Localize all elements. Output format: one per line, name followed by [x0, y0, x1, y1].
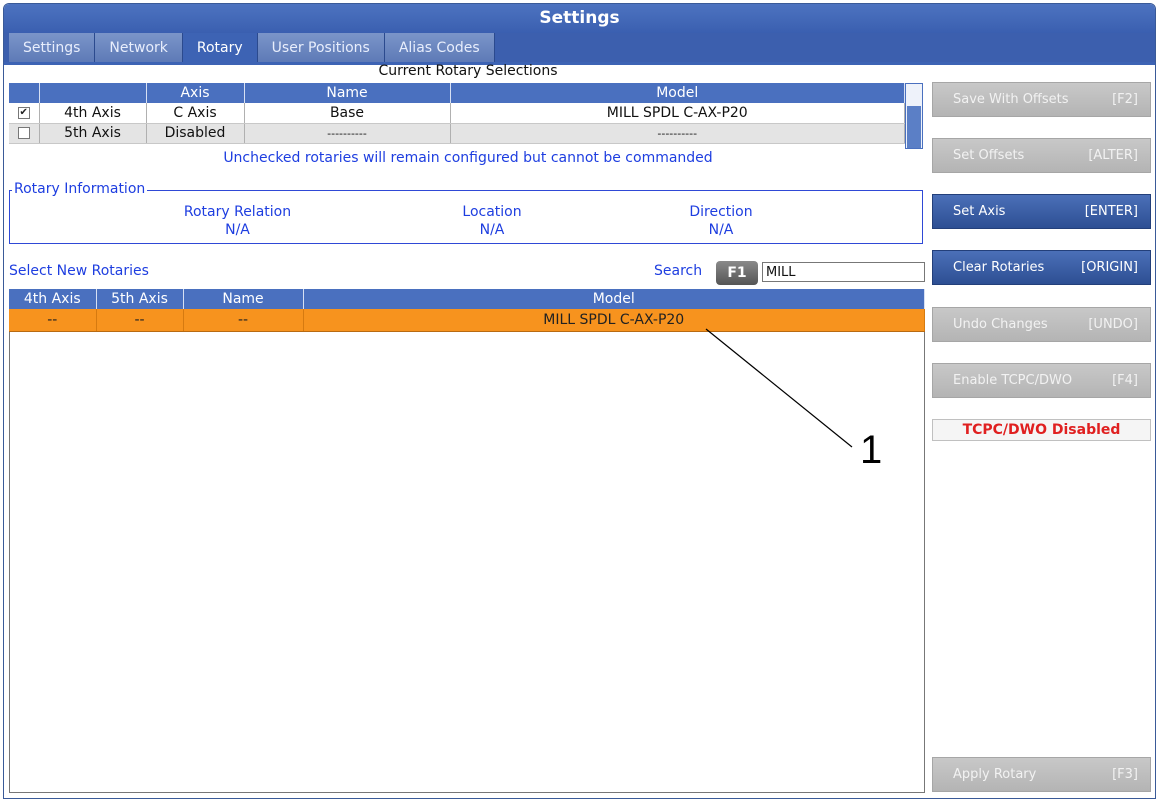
clear-rotaries-button[interactable]: Clear Rotaries [ORIGIN] — [932, 250, 1151, 285]
current-rotary-table: Axis Name Model ✔ 4th Axis C Axis Base M… — [9, 83, 905, 144]
tab-user-positions[interactable]: User Positions — [257, 33, 385, 63]
table-row[interactable]: ✔ 4th Axis C Axis Base MILL SPDL C-AX-P2… — [9, 103, 905, 124]
search-label: Search — [654, 263, 703, 279]
direction-label: Direction — [689, 204, 753, 220]
apply-rotary-button[interactable]: Apply Rotary [F3] — [932, 757, 1151, 792]
rotary-information-legend: Rotary Information — [12, 181, 148, 197]
tab-rotary[interactable]: Rotary — [182, 33, 258, 63]
col-header-name: Name — [183, 289, 304, 309]
button-key: [F4] — [1112, 373, 1138, 388]
button-label: Save With Offsets — [953, 92, 1069, 107]
row-model: MILL SPDL C-AX-P20 — [303, 309, 925, 332]
row-5th-axis: -- — [96, 309, 184, 332]
callout-number: 1 — [860, 428, 883, 472]
button-label: Enable TCPC/DWO — [953, 373, 1073, 388]
unchecked-note: Unchecked rotaries will remain configure… — [223, 150, 713, 166]
button-key: [F2] — [1112, 92, 1138, 107]
button-label: Set Axis — [953, 204, 1006, 219]
location-label: Location — [462, 204, 522, 220]
col-header-model: Model — [450, 83, 905, 103]
button-key: [UNDO] — [1088, 317, 1138, 332]
rotary-relation-label: Rotary Relation — [183, 204, 292, 220]
row-model: ---------- — [450, 123, 905, 144]
checkbox-unchecked[interactable] — [17, 127, 30, 139]
button-label: Clear Rotaries — [953, 260, 1045, 275]
search-f1-key[interactable]: F1 — [716, 261, 758, 285]
checkbox-checked[interactable]: ✔ — [17, 106, 30, 119]
button-label: Undo Changes — [953, 317, 1048, 332]
current-table-scrollbar[interactable] — [905, 83, 923, 149]
table-header-row: Axis Name Model — [9, 83, 905, 103]
current-selections-caption: Current Rotary Selections — [378, 63, 558, 79]
col-header-name: Name — [244, 83, 451, 103]
button-key: [ENTER] — [1084, 204, 1138, 219]
tab-bar: Settings Network Rotary User Positions A… — [4, 33, 1155, 63]
tab-alias-codes[interactable]: Alias Codes — [384, 33, 495, 63]
row-4th-axis: -- — [9, 309, 97, 332]
select-new-rotaries-label: Select New Rotaries — [9, 263, 149, 279]
table-row[interactable]: 5th Axis Disabled ---------- ---------- — [9, 123, 905, 144]
table-header-row: 4th Axis 5th Axis Name Model — [9, 289, 925, 309]
location-value: N/A — [479, 222, 505, 238]
new-rotaries-table: 4th Axis 5th Axis Name Model -- -- -- MI… — [9, 289, 925, 332]
direction: Direction N/A — [661, 203, 781, 239]
button-key: [ALTER] — [1088, 148, 1138, 163]
col-header-check — [9, 83, 40, 103]
save-with-offsets-button[interactable]: Save With Offsets [F2] — [932, 82, 1151, 117]
row-model: MILL SPDL C-AX-P20 — [450, 103, 905, 124]
enable-tcpc-dwo-button[interactable]: Enable TCPC/DWO [F4] — [932, 363, 1151, 398]
row-name: -- — [183, 309, 304, 332]
set-axis-button[interactable]: Set Axis [ENTER] — [932, 194, 1151, 229]
col-header-model: Model — [303, 289, 925, 309]
tab-network[interactable]: Network — [95, 33, 183, 63]
row-label: 4th Axis — [39, 103, 147, 124]
button-label: Apply Rotary — [953, 767, 1037, 782]
row-label: 5th Axis — [39, 123, 147, 144]
window-title: Settings — [4, 4, 1155, 33]
rotary-relation-value: N/A — [225, 222, 250, 238]
col-header-axis: Axis — [146, 83, 245, 103]
button-key: [ORIGIN] — [1081, 260, 1138, 275]
scrollbar-thumb[interactable] — [907, 106, 921, 148]
row-axis: Disabled — [146, 123, 245, 144]
col-header-4th-axis: 4th Axis — [9, 289, 97, 309]
row-name: ---------- — [244, 123, 451, 144]
location: Location N/A — [432, 203, 552, 239]
row-checkbox[interactable] — [9, 123, 40, 144]
row-name: Base — [244, 103, 451, 124]
table-row-selected[interactable]: -- -- -- MILL SPDL C-AX-P20 — [9, 309, 925, 332]
search-input[interactable] — [762, 262, 925, 282]
tab-settings[interactable]: Settings — [9, 33, 96, 63]
col-header-label — [39, 83, 147, 103]
button-key: [F3] — [1112, 767, 1138, 782]
row-checkbox[interactable]: ✔ — [9, 103, 40, 124]
direction-value: N/A — [708, 222, 734, 238]
col-header-5th-axis: 5th Axis — [96, 289, 184, 309]
undo-changes-button[interactable]: Undo Changes [UNDO] — [932, 307, 1151, 342]
row-axis: C Axis — [146, 103, 245, 124]
tcpc-dwo-status: TCPC/DWO Disabled — [932, 419, 1151, 441]
set-offsets-button[interactable]: Set Offsets [ALTER] — [932, 138, 1151, 173]
button-label: Set Offsets — [953, 148, 1025, 163]
new-rotaries-list[interactable] — [9, 289, 925, 793]
rotary-relation: Rotary Relation N/A — [160, 203, 315, 239]
